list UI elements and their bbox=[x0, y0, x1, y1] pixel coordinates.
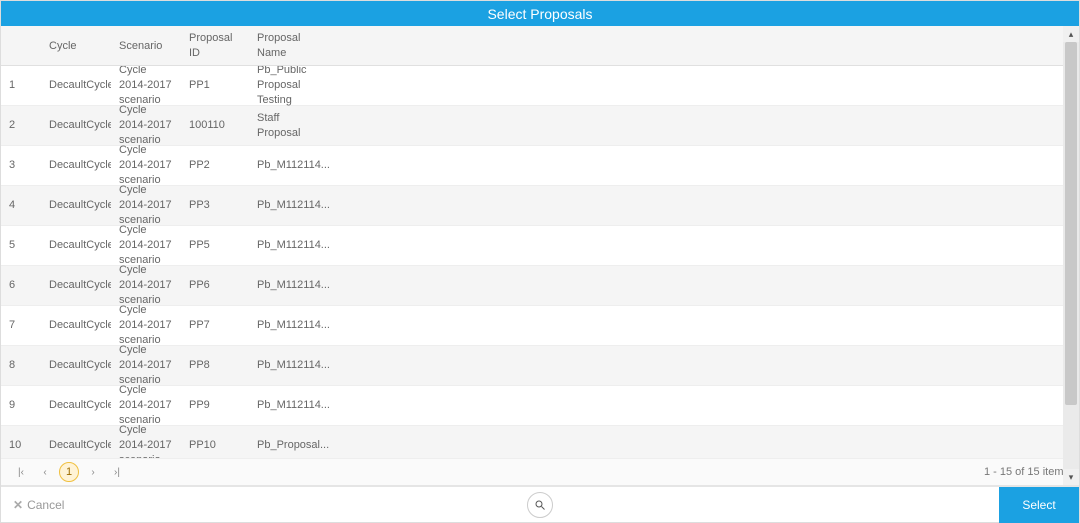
cell-proposal-id: PP5 bbox=[181, 232, 249, 259]
scroll-down-icon[interactable]: ▾ bbox=[1063, 469, 1079, 485]
cell-cycle: DecaultCycle bbox=[41, 72, 111, 99]
cell-proposal-id: PP7 bbox=[181, 312, 249, 339]
cell-proposal-id: 100110 bbox=[181, 112, 249, 139]
select-proposals-dialog: Select Proposals Cycle Scenario Proposal… bbox=[0, 0, 1080, 523]
cell-scenario: Cycle 2014-2017 scenario bbox=[111, 417, 181, 458]
select-label: Select bbox=[1022, 498, 1055, 512]
col-scenario[interactable]: Scenario bbox=[111, 33, 181, 59]
pager-last-button[interactable]: ›| bbox=[107, 462, 127, 482]
pager-next-button[interactable]: › bbox=[83, 462, 103, 482]
cell-proposal-id: PP8 bbox=[181, 352, 249, 379]
cell-proposal-name: Pb_M112114... bbox=[249, 272, 329, 299]
cell-proposal-id: PP10 bbox=[181, 432, 249, 458]
cell-cycle: DecaultCycle bbox=[41, 112, 111, 139]
cell-cycle: DecaultCycle bbox=[41, 232, 111, 259]
cell-proposal-id: PP6 bbox=[181, 272, 249, 299]
cell-index: 5 bbox=[1, 232, 41, 259]
pager-prev-button[interactable]: ‹ bbox=[35, 462, 55, 482]
table-row[interactable]: 10DecaultCycleCycle 2014-2017 scenarioPP… bbox=[1, 426, 1079, 458]
cancel-button[interactable]: ✕ Cancel bbox=[13, 498, 64, 512]
pager-first-button[interactable]: |‹ bbox=[11, 462, 31, 482]
cell-proposal-id: PP1 bbox=[181, 72, 249, 99]
select-button[interactable]: Select bbox=[999, 487, 1079, 523]
cell-cycle: DecaultCycle bbox=[41, 192, 111, 219]
scroll-thumb[interactable] bbox=[1065, 42, 1077, 405]
cell-proposal-name: Pb_Proposal... bbox=[249, 432, 329, 458]
cell-proposal-id: PP9 bbox=[181, 392, 249, 419]
cell-index: 6 bbox=[1, 272, 41, 299]
cell-index: 9 bbox=[1, 392, 41, 419]
cell-scenario: Cycle 2014-2017 scenario bbox=[111, 457, 181, 458]
cell-index: 8 bbox=[1, 352, 41, 379]
cell-proposal-name: Pb_M112114... bbox=[249, 232, 329, 259]
cell-cycle: DecaultCycle bbox=[41, 152, 111, 179]
cell-index: 7 bbox=[1, 312, 41, 339]
scroll-up-icon[interactable]: ▴ bbox=[1063, 26, 1079, 42]
col-index[interactable] bbox=[1, 40, 41, 52]
dialog-footer: ✕ Cancel Select bbox=[1, 486, 1079, 522]
cell-cycle: DecaultCycle bbox=[41, 392, 111, 419]
scroll-track[interactable] bbox=[1063, 42, 1079, 469]
cell-cycle: DecaultCycle bbox=[41, 272, 111, 299]
proposals-grid: Cycle Scenario Proposal ID Proposal Name… bbox=[1, 26, 1079, 486]
table-body: 1DecaultCycleCycle 2014-2017 scenarioPP1… bbox=[1, 66, 1079, 458]
cell-proposal-id: PP2 bbox=[181, 152, 249, 179]
cell-proposal-name: Pb_M112114... bbox=[249, 392, 329, 419]
cell-cycle: DecaultCycle bbox=[41, 312, 111, 339]
col-cycle[interactable]: Cycle bbox=[41, 33, 111, 59]
pager-page-1[interactable]: 1 bbox=[59, 462, 79, 482]
col-proposal-id[interactable]: Proposal ID bbox=[181, 26, 249, 66]
cell-proposal-name: Staff Proposal bbox=[249, 105, 329, 147]
cell-proposal-name: Pb_M112114... bbox=[249, 192, 329, 219]
cell-cycle: DecaultCycle bbox=[41, 352, 111, 379]
cell-index: 2 bbox=[1, 112, 41, 139]
table-header-row: Cycle Scenario Proposal ID Proposal Name bbox=[1, 26, 1079, 66]
col-proposal-name[interactable]: Proposal Name bbox=[249, 26, 329, 66]
cell-proposal-name: Pb_M112114... bbox=[249, 312, 329, 339]
cell-proposal-name: Pb_M112114... bbox=[249, 352, 329, 379]
cell-index: 1 bbox=[1, 72, 41, 99]
close-icon: ✕ bbox=[13, 498, 23, 512]
cancel-label: Cancel bbox=[27, 498, 64, 512]
search-button[interactable] bbox=[527, 492, 553, 518]
dialog-titlebar: Select Proposals bbox=[1, 1, 1079, 26]
cell-proposal-id: PP3 bbox=[181, 192, 249, 219]
cell-cycle: DecaultCycle bbox=[41, 432, 111, 458]
cell-index: 4 bbox=[1, 192, 41, 219]
pager: |‹ ‹ 1 › ›| 1 - 15 of 15 items bbox=[1, 458, 1079, 485]
cell-index: 10 bbox=[1, 432, 41, 458]
vertical-scrollbar[interactable]: ▴ ▾ bbox=[1063, 26, 1079, 485]
search-icon bbox=[534, 499, 546, 511]
pager-controls: |‹ ‹ 1 › ›| bbox=[11, 462, 127, 482]
cell-proposal-name: Pb_M112114... bbox=[249, 152, 329, 179]
dialog-title: Select Proposals bbox=[487, 6, 592, 22]
cell-index: 3 bbox=[1, 152, 41, 179]
pager-summary: 1 - 15 of 15 items bbox=[984, 466, 1069, 478]
